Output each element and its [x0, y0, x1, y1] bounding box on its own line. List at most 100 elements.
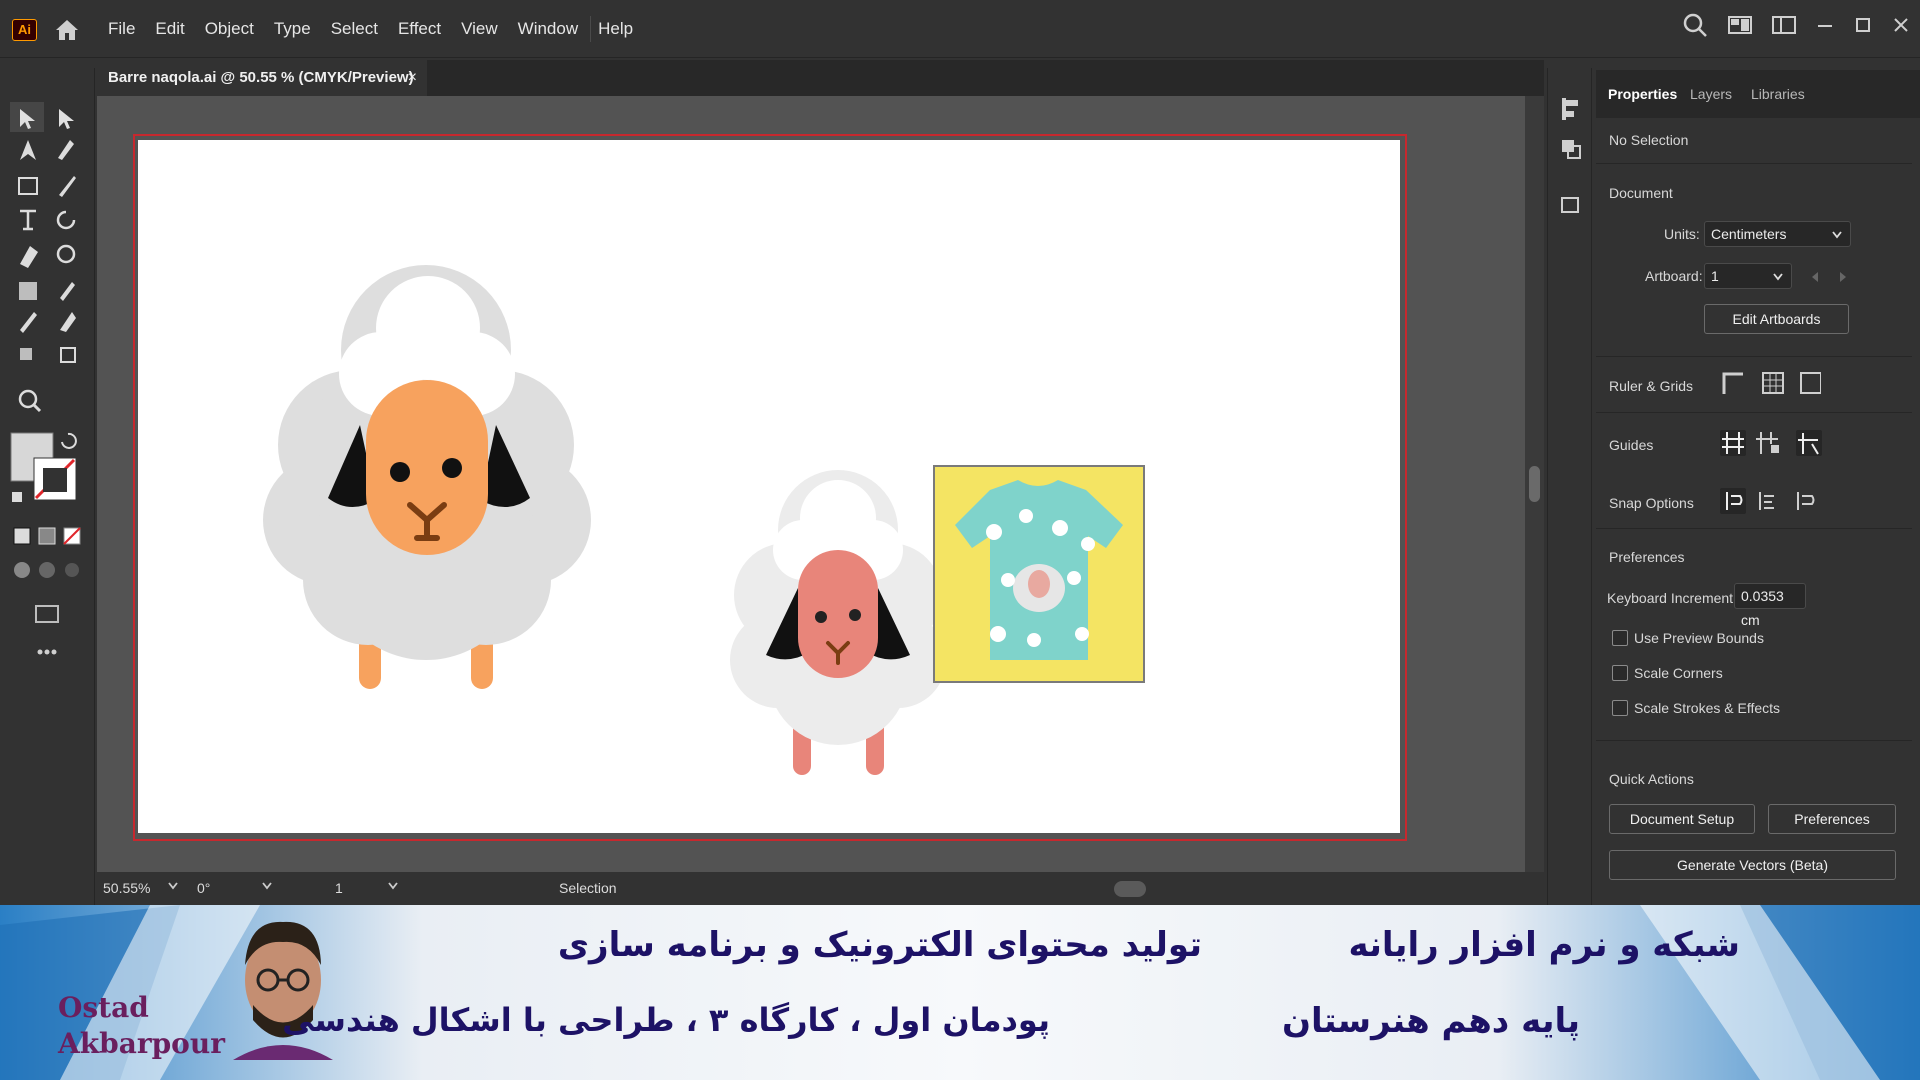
document-tab[interactable]: Barre naqola.ai @ 50.55 % (CMYK/Preview)… — [97, 60, 427, 96]
zoom-tool-icon[interactable] — [18, 389, 38, 409]
menu-help[interactable]: Help — [598, 19, 633, 39]
rotation-field[interactable]: 0° — [197, 878, 257, 898]
quick-actions-title: Quick Actions — [1609, 771, 1694, 787]
preferences-button[interactable]: Preferences — [1768, 804, 1896, 834]
panel-dock — [1547, 68, 1592, 905]
keyboard-increment-field[interactable]: 0.0353 cm — [1734, 583, 1806, 628]
tab-libraries[interactable]: Libraries — [1751, 86, 1805, 102]
generate-vectors-button[interactable]: Generate Vectors (Beta) — [1609, 850, 1896, 880]
default-colors-icon[interactable] — [12, 492, 22, 502]
menu-select[interactable]: Select — [331, 19, 378, 39]
artboard[interactable] — [138, 140, 1400, 833]
grid-icon[interactable] — [1762, 372, 1784, 394]
minimize-icon[interactable] — [1816, 16, 1834, 34]
blend-tool-icon[interactable] — [60, 312, 76, 332]
swap-colors-icon[interactable] — [61, 432, 77, 449]
document-section-title: Document — [1609, 185, 1673, 201]
zoom-level-field[interactable]: 50.55% — [103, 878, 173, 898]
use-preview-bounds-label: Use Preview Bounds — [1634, 630, 1764, 646]
gradient-tool-icon[interactable] — [19, 282, 37, 300]
artboard-nav-arrows[interactable] — [1811, 271, 1847, 283]
artboard-select[interactable]: 1 — [1704, 263, 1792, 289]
edit-artboards-button[interactable]: Edit Artboards — [1704, 304, 1849, 334]
arrange-documents-icon[interactable] — [1772, 15, 1796, 35]
tab-layers[interactable]: Layers — [1690, 86, 1732, 102]
draw-inside-icon[interactable] — [65, 563, 79, 577]
menu-view[interactable]: View — [461, 19, 498, 39]
close-window-icon[interactable] — [1892, 16, 1910, 34]
pen-tool-icon[interactable] — [20, 140, 36, 160]
maximize-icon[interactable] — [1854, 16, 1872, 34]
home-icon[interactable] — [54, 18, 80, 42]
scale-corners-checkbox[interactable]: Scale Corners — [1612, 665, 1723, 681]
eraser-tool-icon[interactable] — [20, 246, 38, 268]
reference-sheep-image[interactable] — [730, 470, 946, 775]
use-preview-bounds-checkbox[interactable]: Use Preview Bounds — [1612, 630, 1764, 646]
workspace-icon[interactable] — [1728, 15, 1752, 35]
document-setup-button[interactable]: Document Setup — [1609, 804, 1755, 834]
illustrator-window: Ai File Edit Object Type Select Effect V… — [0, 0, 1920, 905]
artwork — [263, 265, 1145, 775]
menu-divider — [590, 16, 591, 42]
keyboard-increment-label: Keyboard Increment: — [1607, 590, 1737, 606]
symbol-sprayer-tool-icon[interactable] — [20, 348, 32, 360]
transparency-grid-icon[interactable] — [1800, 372, 1821, 394]
screen-mode-icon[interactable] — [35, 605, 59, 623]
app-logo: Ai — [12, 19, 37, 41]
units-select[interactable]: Centimeters — [1704, 221, 1851, 247]
rotate-tool-icon[interactable] — [56, 210, 76, 230]
draw-behind-icon[interactable] — [39, 562, 55, 578]
menu-effect[interactable]: Effect — [398, 19, 441, 39]
mesh-tool-icon[interactable] — [60, 282, 75, 301]
presenter-last-name: Akbarpour — [58, 1027, 225, 1060]
align-panel-icon[interactable] — [1562, 98, 1566, 120]
paintbrush-tool-icon[interactable] — [59, 176, 76, 197]
document-tab-title: Barre naqola.ai @ 50.55 % (CMYK/Preview) — [108, 69, 414, 86]
horizontal-scroll-thumb[interactable] — [1114, 881, 1146, 897]
scale-strokes-checkbox[interactable]: Scale Strokes & Effects — [1612, 700, 1780, 716]
gradient-mode-icon[interactable] — [38, 527, 56, 545]
tab-properties[interactable]: Properties — [1608, 86, 1677, 102]
units-value: Centimeters — [1711, 226, 1787, 242]
more-tools-icon[interactable] — [37, 649, 43, 655]
guides-icons — [1720, 430, 1822, 456]
chevron-down-icon — [1832, 231, 1842, 239]
toolbar-bottom-icons — [35, 605, 59, 655]
draw-normal-icon[interactable] — [14, 562, 30, 578]
artboard-number-field[interactable]: 1 — [335, 878, 375, 898]
snap-to-grid-icon[interactable] — [1759, 492, 1774, 510]
curvature-tool-icon[interactable] — [58, 140, 74, 160]
artboard-tool-icon[interactable] — [60, 347, 76, 363]
vertical-scroll-thumb[interactable] — [1529, 466, 1540, 502]
preferences-title: Preferences — [1609, 549, 1685, 565]
tool-icons — [10, 102, 81, 578]
artboard-dropdown-icon[interactable] — [388, 882, 398, 902]
zoom-dropdown-icon[interactable] — [168, 882, 178, 902]
sheep-illustration[interactable] — [263, 265, 591, 689]
main-menu: File Edit Object Type Select Effect View… — [108, 0, 653, 58]
eyedropper-tool-icon[interactable] — [20, 312, 37, 333]
artboard-label: Artboard: — [1645, 268, 1703, 284]
menu-object[interactable]: Object — [205, 19, 254, 39]
canvas-area[interactable] — [97, 96, 1544, 872]
menu-edit[interactable]: Edit — [155, 19, 184, 39]
rulers-icon[interactable] — [1722, 372, 1743, 394]
rotation-dropdown-icon[interactable] — [262, 882, 272, 902]
tshirt-reference-photo[interactable] — [933, 465, 1145, 683]
color-mode-icon[interactable] — [13, 527, 31, 545]
tools-panel — [0, 68, 95, 905]
properties-panel: Properties Layers Libraries No Selection… — [1596, 70, 1920, 905]
transform-panel-icon[interactable] — [1561, 197, 1579, 213]
search-icon[interactable] — [1682, 12, 1708, 38]
menu-file[interactable]: File — [108, 19, 135, 39]
vertical-scrollbar[interactable] — [1525, 96, 1544, 872]
snap-to-pixel-icon[interactable] — [1797, 492, 1815, 510]
rectangle-tool-icon[interactable] — [18, 177, 38, 195]
direct-selection-tool-icon[interactable] — [59, 109, 74, 129]
close-tab-icon[interactable]: × — [408, 60, 417, 96]
type-tool-icon[interactable] — [20, 209, 36, 231]
menu-type[interactable]: Type — [274, 19, 311, 39]
snap-icons — [1720, 488, 1815, 514]
menu-window[interactable]: Window — [518, 19, 578, 39]
shape-builder-tool-icon[interactable] — [56, 244, 76, 264]
